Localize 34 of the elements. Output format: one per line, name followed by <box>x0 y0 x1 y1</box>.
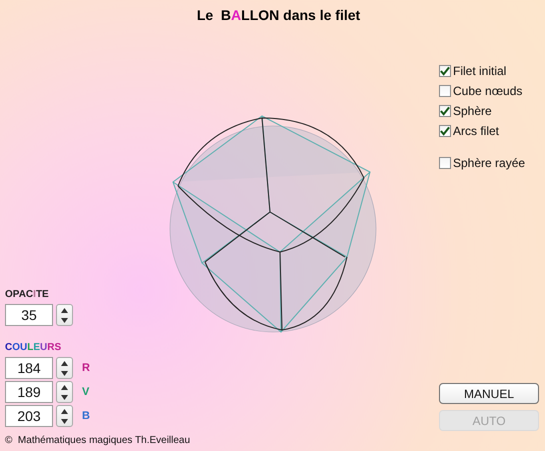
up-arrow-icon <box>61 384 68 390</box>
section-label: OPACITE <box>5 289 50 300</box>
checkbox[interactable] <box>439 85 451 97</box>
section-label: COULEURS <box>5 342 62 353</box>
app-title: Le BALLON dans le filet <box>196 6 362 25</box>
down-arrow-icon <box>61 370 68 376</box>
spin-buttons[interactable] <box>56 357 73 379</box>
checkbox-label[interactable]: Cube nœuds <box>453 84 522 98</box>
checkbox[interactable] <box>439 65 451 77</box>
channel-letter: B <box>82 410 90 422</box>
mode-button[interactable]: MANUEL <box>439 383 539 404</box>
checkbox-label[interactable]: Arcs filet <box>453 124 500 138</box>
number-field[interactable]: 35 <box>5 304 53 326</box>
up-arrow-icon <box>61 308 68 312</box>
checkbox-label[interactable]: Sphère rayée <box>453 156 526 170</box>
down-arrow-icon <box>61 418 68 424</box>
up-arrow-icon <box>61 360 68 366</box>
number-field[interactable]: 203 <box>5 405 53 427</box>
checkbox[interactable] <box>439 105 451 117</box>
copyright-text: © Mathématiques magiques Th.Eveilleau <box>4 435 192 448</box>
spin-buttons[interactable] <box>56 381 73 403</box>
spin-buttons[interactable] <box>56 405 73 427</box>
spin-buttons[interactable] <box>56 304 73 326</box>
down-arrow-icon <box>61 394 68 400</box>
down-arrow-icon <box>61 318 68 322</box>
channel-letter: V <box>82 386 90 398</box>
checkbox[interactable] <box>439 125 451 137</box>
number-field[interactable]: 189 <box>5 381 53 403</box>
number-field[interactable]: 184 <box>5 357 53 379</box>
up-arrow-icon <box>61 408 68 414</box>
checkbox[interactable] <box>439 157 451 169</box>
checkbox-label[interactable]: Filet initial <box>453 64 506 78</box>
channel-letter: R <box>82 362 90 374</box>
checkbox-label[interactable]: Sphère <box>453 104 492 118</box>
